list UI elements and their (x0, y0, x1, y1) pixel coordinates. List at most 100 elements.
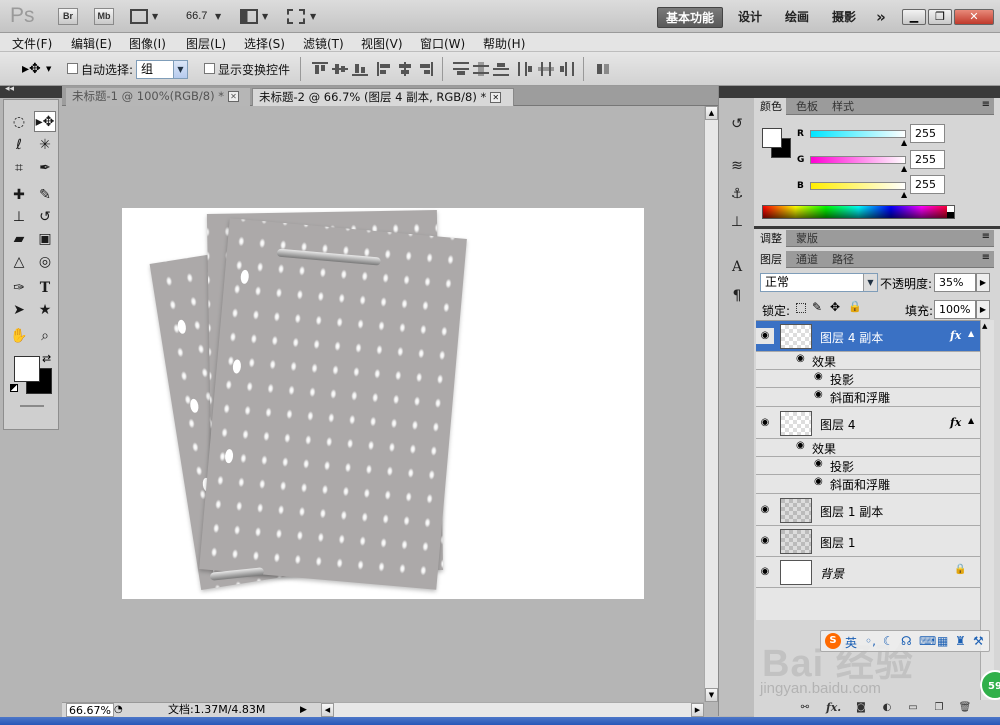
tab-adjustments[interactable]: 调整 (756, 230, 786, 247)
chevron-down-icon[interactable]: ▼ (46, 65, 51, 73)
lock-pixels-icon[interactable]: ✎ (812, 300, 822, 314)
eye-icon[interactable]: ◉ (756, 502, 774, 518)
blend-mode-dropdown[interactable]: 正常 ▼ (760, 273, 878, 292)
fx-badge[interactable]: fx (950, 416, 961, 429)
layer-name[interactable]: 图层 4 (820, 416, 855, 433)
view-extras-icon[interactable] (130, 9, 148, 24)
eye-icon[interactable]: ◉ (756, 533, 774, 549)
effect-row[interactable]: ◉ 投影 (756, 457, 994, 475)
channel-r-slider[interactable] (810, 130, 906, 138)
lock-all-icon[interactable]: 🔒 (848, 300, 862, 313)
menu-layer[interactable]: 图层(L) (186, 35, 226, 52)
scroll-right-icon[interactable]: ▶ (691, 703, 704, 717)
zoom-tool-icon[interactable]: ⌕ (34, 326, 56, 347)
gradient-tool-icon[interactable]: ▣ (34, 229, 56, 250)
distribute-top-icon[interactable] (453, 62, 469, 76)
foreground-color-box[interactable] (762, 128, 782, 148)
paragraph-panel-icon[interactable]: ¶ (727, 286, 747, 306)
layer-name[interactable]: 图层 1 副本 (820, 503, 883, 520)
chevron-down-icon[interactable]: ▼ (152, 12, 158, 21)
eye-icon[interactable]: ◉ (756, 564, 774, 580)
keyboard-icon[interactable]: ⌨ (919, 634, 936, 648)
effect-row[interactable]: ◉ 投影 (756, 370, 994, 388)
eye-icon[interactable]: ◉ (814, 458, 823, 469)
eraser-tool-icon[interactable]: ▰ (8, 229, 30, 250)
distribute-horizontal-center-icon[interactable] (538, 62, 554, 76)
more-workspaces-button[interactable]: » (870, 7, 892, 28)
channel-r-value[interactable]: 255 (910, 124, 945, 143)
layer-name[interactable]: 背景 (820, 565, 844, 582)
tab-document-2[interactable]: 未标题-2 @ 66.7% (图层 4 副本, RGB/8) * ✕ (252, 88, 514, 106)
ime-mode[interactable]: 英 (845, 634, 857, 651)
move-tool-preset-icon[interactable]: ▸✥ (22, 61, 41, 77)
screen-mode-icon[interactable] (287, 9, 305, 24)
align-bottom-icon[interactable] (352, 62, 368, 76)
swap-colors-icon[interactable]: ⇄ (42, 352, 51, 365)
add-layer-style-icon[interactable]: fx. (826, 701, 841, 715)
clone-source-panel-icon[interactable]: ⚓ (727, 184, 747, 204)
tab-layers[interactable]: 图层 (756, 251, 786, 268)
clone-stamp-tool-icon[interactable]: ⊥ (8, 207, 30, 228)
add-mask-icon[interactable]: ◙ (854, 701, 868, 715)
workspace-photography[interactable]: 摄影 (827, 7, 861, 28)
eye-icon[interactable]: ◉ (814, 371, 823, 382)
moon-icon[interactable]: ☾ (883, 634, 894, 648)
auto-align-icon[interactable] (595, 62, 611, 76)
panel-menu-icon[interactable]: ≡ (982, 231, 990, 242)
collapse-effects-icon[interactable]: ▲ (968, 416, 974, 425)
shape-tool-icon[interactable]: ★ (34, 300, 56, 321)
lock-transparency-icon[interactable] (796, 303, 806, 313)
lock-position-icon[interactable]: ✥ (830, 300, 840, 314)
panel-menu-icon[interactable]: ≡ (982, 99, 990, 110)
grid-icon[interactable]: ▦ (937, 634, 948, 648)
tab-paths[interactable]: 路径 (828, 251, 858, 268)
blur-tool-icon[interactable]: △ (8, 252, 30, 273)
ime-toolbar[interactable]: S 英 ◦, ☾ ☊ ⌨ ▦ ♜ ⚒ (820, 630, 990, 652)
punctuation-icon[interactable]: ◦, (865, 634, 876, 648)
auto-select-checkbox[interactable] (67, 63, 78, 74)
channel-g-value[interactable]: 255 (910, 150, 945, 169)
menu-edit[interactable]: 编辑(E) (71, 35, 112, 52)
close-button[interactable]: ✕ (954, 9, 994, 25)
status-zoom[interactable]: 66.67% (66, 703, 114, 717)
mini-bridge-button[interactable]: Mb (94, 8, 114, 25)
pen-tool-icon[interactable]: ✑ (8, 278, 30, 299)
bridge-button[interactable]: Br (58, 8, 78, 25)
fill-slider-arrow-icon[interactable]: ▶ (976, 300, 990, 319)
eye-icon[interactable]: ◉ (756, 415, 774, 431)
scroll-up-icon[interactable]: ▲ (982, 322, 987, 330)
menu-filter[interactable]: 滤镜(T) (303, 35, 344, 52)
type-tool-icon[interactable]: T (34, 278, 56, 299)
eye-icon[interactable]: ◉ (814, 389, 823, 400)
workspace-painting[interactable]: 绘画 (780, 7, 814, 28)
fx-badge[interactable]: fx (950, 329, 961, 342)
eye-icon[interactable]: ◉ (796, 353, 805, 364)
panel-column-header[interactable] (754, 86, 1000, 98)
align-horizontal-center-icon[interactable] (397, 62, 413, 76)
slider-handle-icon[interactable]: ▲ (901, 138, 907, 147)
collapse-effects-icon[interactable]: ▲ (968, 329, 974, 338)
chevron-down-icon[interactable]: ▼ (262, 12, 268, 21)
layer-row[interactable]: ◉ 图层 1 副本 (756, 495, 994, 526)
panel-menu-icon[interactable]: ≡ (982, 252, 990, 263)
effects-row[interactable]: ◉ 效果 (756, 352, 994, 370)
fill-value[interactable]: 100% (934, 300, 976, 319)
show-transform-checkbox[interactable] (204, 63, 215, 74)
link-layers-icon[interactable]: ⚯ (798, 701, 812, 715)
layer-row-background[interactable]: ◉ 背景 🔒 (756, 557, 994, 588)
distribute-bottom-icon[interactable] (493, 62, 509, 76)
brushes-panel-icon[interactable]: ≋ (727, 156, 747, 176)
minimize-button[interactable]: ▁ (902, 9, 926, 25)
opacity-value[interactable]: 35% (934, 273, 976, 292)
foreground-color-chip[interactable] (14, 356, 40, 382)
eye-icon[interactable]: ◉ (796, 440, 805, 451)
align-right-icon[interactable] (417, 62, 433, 76)
history-brush-tool-icon[interactable]: ↺ (34, 207, 56, 228)
menu-file[interactable]: 文件(F) (12, 35, 52, 52)
wrench-icon[interactable]: ⚒ (973, 634, 984, 648)
healing-brush-tool-icon[interactable]: ✚ (8, 185, 30, 206)
align-left-icon[interactable] (377, 62, 393, 76)
channel-b-value[interactable]: 255 (910, 175, 945, 194)
channel-g-slider[interactable] (810, 156, 906, 164)
zoom-level[interactable]: 66.7 (186, 10, 207, 22)
